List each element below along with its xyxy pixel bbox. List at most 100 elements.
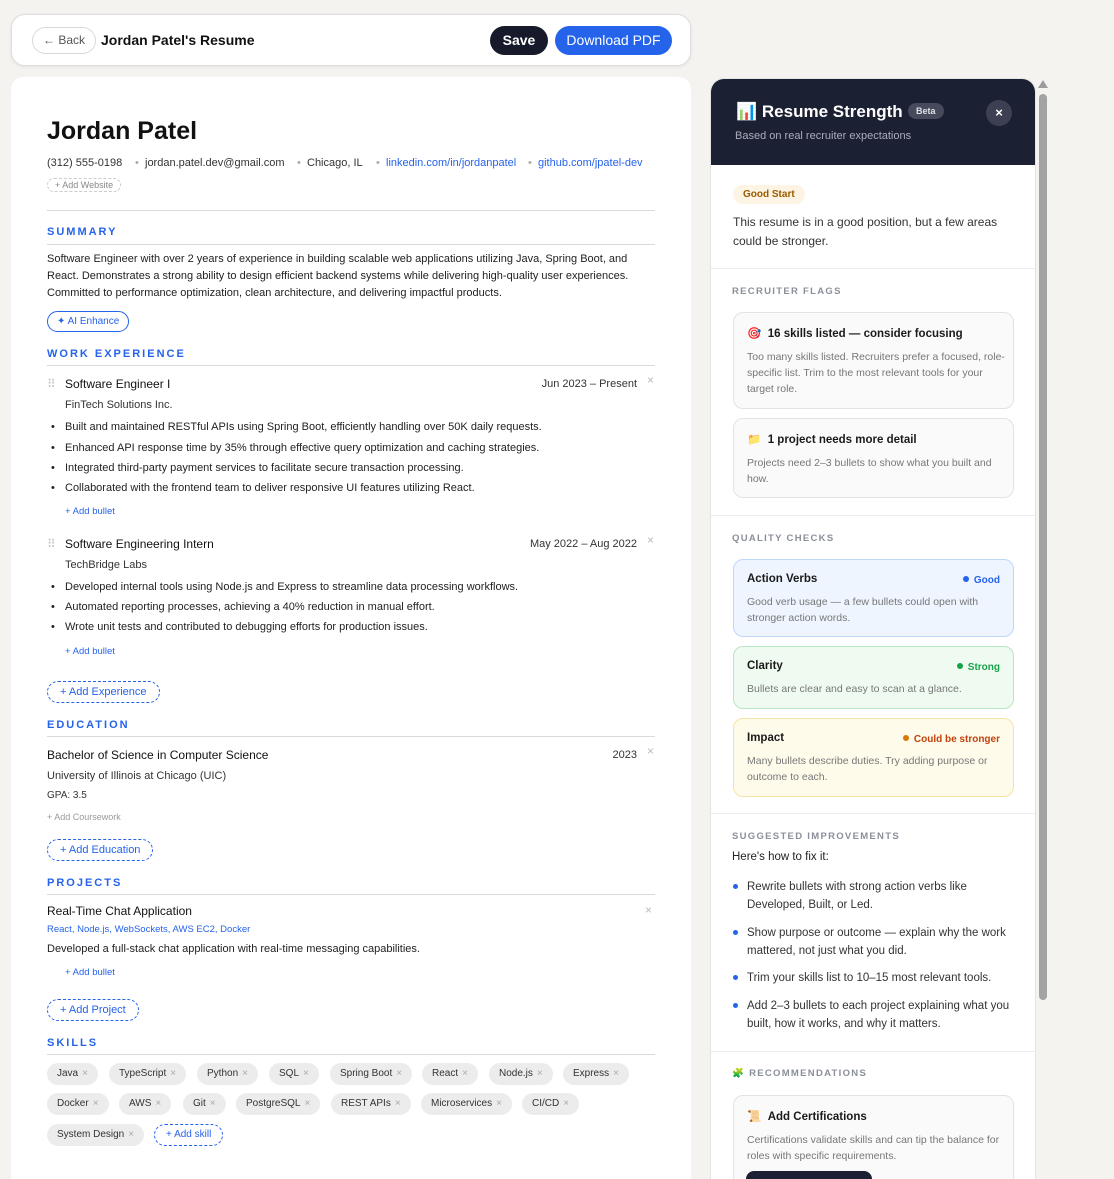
remove-skill-icon[interactable]: × xyxy=(93,1098,99,1109)
save-button[interactable]: Save xyxy=(490,26,548,55)
add-education-button[interactable]: + Add Education xyxy=(47,839,154,861)
job-title[interactable]: Software Engineer I xyxy=(65,377,170,391)
skill-chip[interactable]: TypeScript × xyxy=(109,1063,187,1085)
job-bullet[interactable]: Enhanced API response time by 35% throug… xyxy=(65,442,539,454)
drag-handle-icon[interactable]: ⠿ xyxy=(47,377,56,391)
job-bullet[interactable]: Automated reporting processes, achieving… xyxy=(65,601,435,613)
add-experience-button[interactable]: + Add Experience xyxy=(47,681,160,703)
project-description[interactable]: Developed a full-stack chat application … xyxy=(47,943,420,955)
remove-skill-icon[interactable]: × xyxy=(170,1068,176,1079)
education-school[interactable]: University of Illinois at Chicago (UIC) xyxy=(47,770,226,782)
add-bullet-button[interactable]: + Add bullet xyxy=(65,646,115,657)
summary-text[interactable]: Software Engineer with over 2 years of e… xyxy=(47,251,655,302)
check-card-impact: Impact Could be stronger Many bullets de… xyxy=(733,718,1014,797)
job-dates[interactable]: May 2022 – Aug 2022 xyxy=(507,538,637,550)
contact-github[interactable]: github.com/jpatel-dev xyxy=(538,157,643,169)
skill-chip[interactable]: REST APIs × xyxy=(331,1093,411,1115)
download-pdf-button[interactable]: Download PDF xyxy=(555,26,672,55)
skill-chip[interactable]: AWS × xyxy=(119,1093,172,1115)
skill-chip[interactable]: CI/CD × xyxy=(522,1093,580,1115)
add-bullet-button[interactable]: + Add bullet xyxy=(65,506,115,517)
bullet-dot xyxy=(733,930,738,935)
remove-skill-icon[interactable]: × xyxy=(304,1098,310,1109)
drag-handle-icon[interactable]: ⠿ xyxy=(47,537,56,551)
contact-location[interactable]: Chicago, IL xyxy=(307,157,363,169)
remove-skill-icon[interactable]: × xyxy=(613,1068,619,1079)
education-year[interactable]: 2023 xyxy=(571,749,637,761)
job-dates[interactable]: Jun 2023 – Present xyxy=(511,378,637,390)
remove-education-icon[interactable]: × xyxy=(647,744,654,758)
remove-skill-icon[interactable]: × xyxy=(462,1068,468,1079)
job-bullet[interactable]: Collaborated with the frontend team to d… xyxy=(65,482,475,494)
skill-chip[interactable]: Node.js × xyxy=(489,1063,553,1085)
suggestion-item: Rewrite bullets with strong action verbs… xyxy=(747,881,967,911)
skill-label: React xyxy=(432,1068,459,1079)
skill-chip[interactable]: Python × xyxy=(197,1063,258,1085)
skill-chip[interactable]: System Design × xyxy=(47,1124,145,1146)
skill-chip[interactable]: Git × xyxy=(183,1093,226,1115)
add-project-button[interactable]: + Add Project xyxy=(47,999,139,1021)
suggested-intro: Here's how to fix it: xyxy=(732,851,829,863)
skill-chip[interactable]: PostgreSQL × xyxy=(236,1093,321,1115)
contact-separator: • xyxy=(376,157,380,169)
skill-chip[interactable]: React × xyxy=(422,1063,478,1085)
recommendation-action-button[interactable] xyxy=(746,1171,872,1179)
add-coursework-button[interactable]: + Add Coursework xyxy=(47,812,121,822)
ai-enhance-button[interactable]: ✦ AI Enhance xyxy=(47,311,130,332)
skill-chip[interactable]: Java × xyxy=(47,1063,98,1085)
add-bullet-button[interactable]: + Add bullet xyxy=(65,967,115,978)
skill-chip[interactable]: Docker × xyxy=(47,1093,109,1115)
remove-job-icon[interactable]: × xyxy=(647,373,654,387)
scrollbar-thumb[interactable] xyxy=(1039,94,1047,1000)
remove-skill-icon[interactable]: × xyxy=(496,1098,502,1109)
job-bullet[interactable]: Built and maintained RESTful APIs using … xyxy=(65,421,542,433)
skill-chip[interactable]: SQL × xyxy=(269,1063,319,1085)
job-bullet[interactable]: Developed internal tools using Node.js a… xyxy=(65,581,518,593)
remove-job-icon[interactable]: × xyxy=(647,533,654,547)
education-degree[interactable]: Bachelor of Science in Computer Science xyxy=(47,748,268,762)
remove-skill-icon[interactable]: × xyxy=(242,1068,248,1079)
flag-description: Too many skills listed. Recruiters prefe… xyxy=(747,351,1005,395)
job-company[interactable]: TechBridge Labs xyxy=(65,559,147,571)
remove-skill-icon[interactable]: × xyxy=(128,1129,134,1140)
skill-label: Spring Boot xyxy=(340,1068,393,1079)
check-title: Impact xyxy=(747,732,785,744)
check-description: Bullets are clear and easy to scan at a … xyxy=(747,683,962,695)
remove-skill-icon[interactable]: × xyxy=(537,1068,543,1079)
editor-toolbar: ← Back Jordan Patel's Resume Save Downlo… xyxy=(11,14,691,66)
resume-name[interactable]: Jordan Patel xyxy=(47,117,197,146)
education-gpa[interactable]: GPA: 3.5 xyxy=(47,790,87,801)
remove-skill-icon[interactable]: × xyxy=(563,1098,569,1109)
scroll-up-arrow-icon[interactable] xyxy=(1038,80,1048,88)
remove-skill-icon[interactable]: × xyxy=(396,1068,402,1079)
section-projects-heading: PROJECTS xyxy=(47,877,123,889)
skill-chip[interactable]: Microservices × xyxy=(421,1093,512,1115)
job-company[interactable]: FinTech Solutions Inc. xyxy=(65,399,173,411)
project-title[interactable]: Real-Time Chat Application xyxy=(47,904,192,918)
divider xyxy=(47,736,655,737)
remove-skill-icon[interactable]: × xyxy=(395,1098,401,1109)
skill-chip[interactable]: Express × xyxy=(563,1063,629,1085)
contact-phone[interactable]: (312) 555-0198 xyxy=(47,157,122,169)
close-panel-button[interactable]: × xyxy=(986,100,1012,126)
divider xyxy=(711,515,1035,516)
add-website-button[interactable]: + Add Website xyxy=(47,178,122,192)
skill-chip[interactable]: Spring Boot × xyxy=(330,1063,413,1085)
flag-title: 📁 1 project needs more detail xyxy=(747,434,917,446)
job-bullet[interactable]: Wrote unit tests and contributed to debu… xyxy=(65,621,428,633)
status-dot-icon xyxy=(962,576,969,582)
remove-skill-icon[interactable]: × xyxy=(155,1098,161,1109)
status-dot-icon xyxy=(902,735,909,741)
project-tech-stack[interactable]: React, Node.js, WebSockets, AWS EC2, Doc… xyxy=(47,924,250,935)
contact-email[interactable]: jordan.patel.dev@gmail.com xyxy=(145,157,285,169)
contact-linkedin[interactable]: linkedin.com/in/jordanpatel xyxy=(386,157,516,169)
remove-skill-icon[interactable]: × xyxy=(210,1098,216,1109)
job-bullet[interactable]: Integrated third-party payment services … xyxy=(65,462,464,474)
remove-skill-icon[interactable]: × xyxy=(303,1068,309,1079)
back-button[interactable]: ← Back xyxy=(32,27,97,54)
contact-separator: • xyxy=(297,157,301,169)
add-skill-button[interactable]: + Add skill xyxy=(154,1124,224,1146)
job-title[interactable]: Software Engineering Intern xyxy=(65,537,214,551)
remove-project-icon[interactable]: × xyxy=(645,903,652,917)
remove-skill-icon[interactable]: × xyxy=(82,1068,88,1079)
